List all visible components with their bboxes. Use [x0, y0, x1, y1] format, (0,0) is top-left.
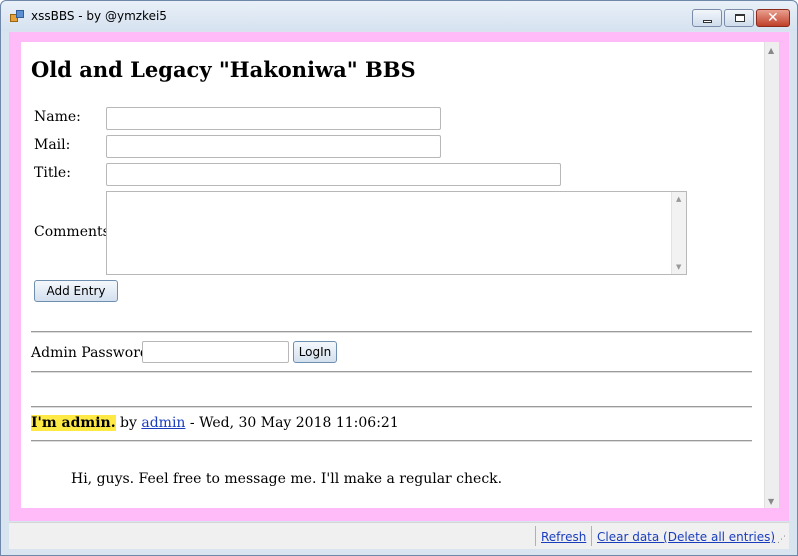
add-entry-button[interactable]: Add Entry [34, 280, 118, 302]
bbs-page: Old and Legacy "Hakoniwa" BBS Name: Mail… [21, 42, 764, 508]
scroll-down-icon[interactable]: ▼ [768, 497, 774, 506]
minimize-icon [703, 20, 712, 23]
admin-password-input[interactable] [142, 341, 289, 363]
name-label: Name: [34, 109, 81, 125]
comments-label: Comments: [34, 224, 115, 240]
login-button[interactable]: LogIn [293, 341, 337, 363]
divider [31, 371, 752, 373]
maximize-icon [735, 14, 745, 22]
close-icon: ✕ [767, 10, 779, 26]
title-label: Title: [34, 165, 71, 181]
divider [31, 331, 752, 333]
status-separator [591, 526, 592, 546]
mail-label: Mail: [34, 137, 71, 153]
divider [31, 440, 752, 442]
entry-header: I'm admin. by admin - Wed, 30 May 2018 1… [31, 415, 399, 431]
scroll-up-icon[interactable]: ▲ [676, 195, 681, 203]
name-input[interactable] [106, 107, 441, 130]
app-window: xssBBS - by @ymzkei5 ✕ Old and Legacy "H… [0, 0, 798, 556]
mail-input[interactable] [106, 135, 441, 158]
status-bar: Refresh Clear data (Delete all entries) … [9, 522, 789, 549]
refresh-link[interactable]: Refresh [541, 530, 586, 544]
comments-scrollbar[interactable]: ▲ ▼ [671, 192, 686, 274]
resize-grip-icon[interactable]: ⋰ [777, 535, 786, 545]
title-bar[interactable]: xssBBS - by @ymzkei5 ✕ [1, 1, 797, 31]
page-title: Old and Legacy "Hakoniwa" BBS [31, 57, 416, 82]
maximize-button[interactable] [724, 9, 754, 27]
status-separator [535, 526, 536, 546]
minimize-button[interactable] [692, 9, 722, 27]
clear-data-link[interactable]: Clear data (Delete all entries) [597, 530, 775, 544]
web-view: Old and Legacy "Hakoniwa" BBS Name: Mail… [21, 42, 779, 508]
entry-date: - Wed, 30 May 2018 11:06:21 [189, 415, 399, 431]
page-scrollbar[interactable]: ▲ ▼ [764, 42, 779, 508]
entry-title: I'm admin. [31, 415, 116, 431]
close-button[interactable]: ✕ [756, 9, 790, 27]
scroll-down-icon[interactable]: ▼ [676, 263, 681, 271]
entry-by: by [120, 415, 137, 431]
divider [31, 406, 752, 408]
app-icon [10, 10, 26, 24]
entry-message: Hi, guys. Feel free to message me. I'll … [71, 471, 503, 487]
comments-textarea[interactable]: ▲ ▼ [106, 191, 687, 275]
scroll-up-icon[interactable]: ▲ [768, 46, 774, 55]
title-input[interactable] [106, 163, 561, 186]
window-title: xssBBS - by @ymzkei5 [31, 9, 167, 23]
entry-author-link[interactable]: admin [141, 415, 185, 431]
admin-password-label: Admin Password: [31, 345, 154, 361]
